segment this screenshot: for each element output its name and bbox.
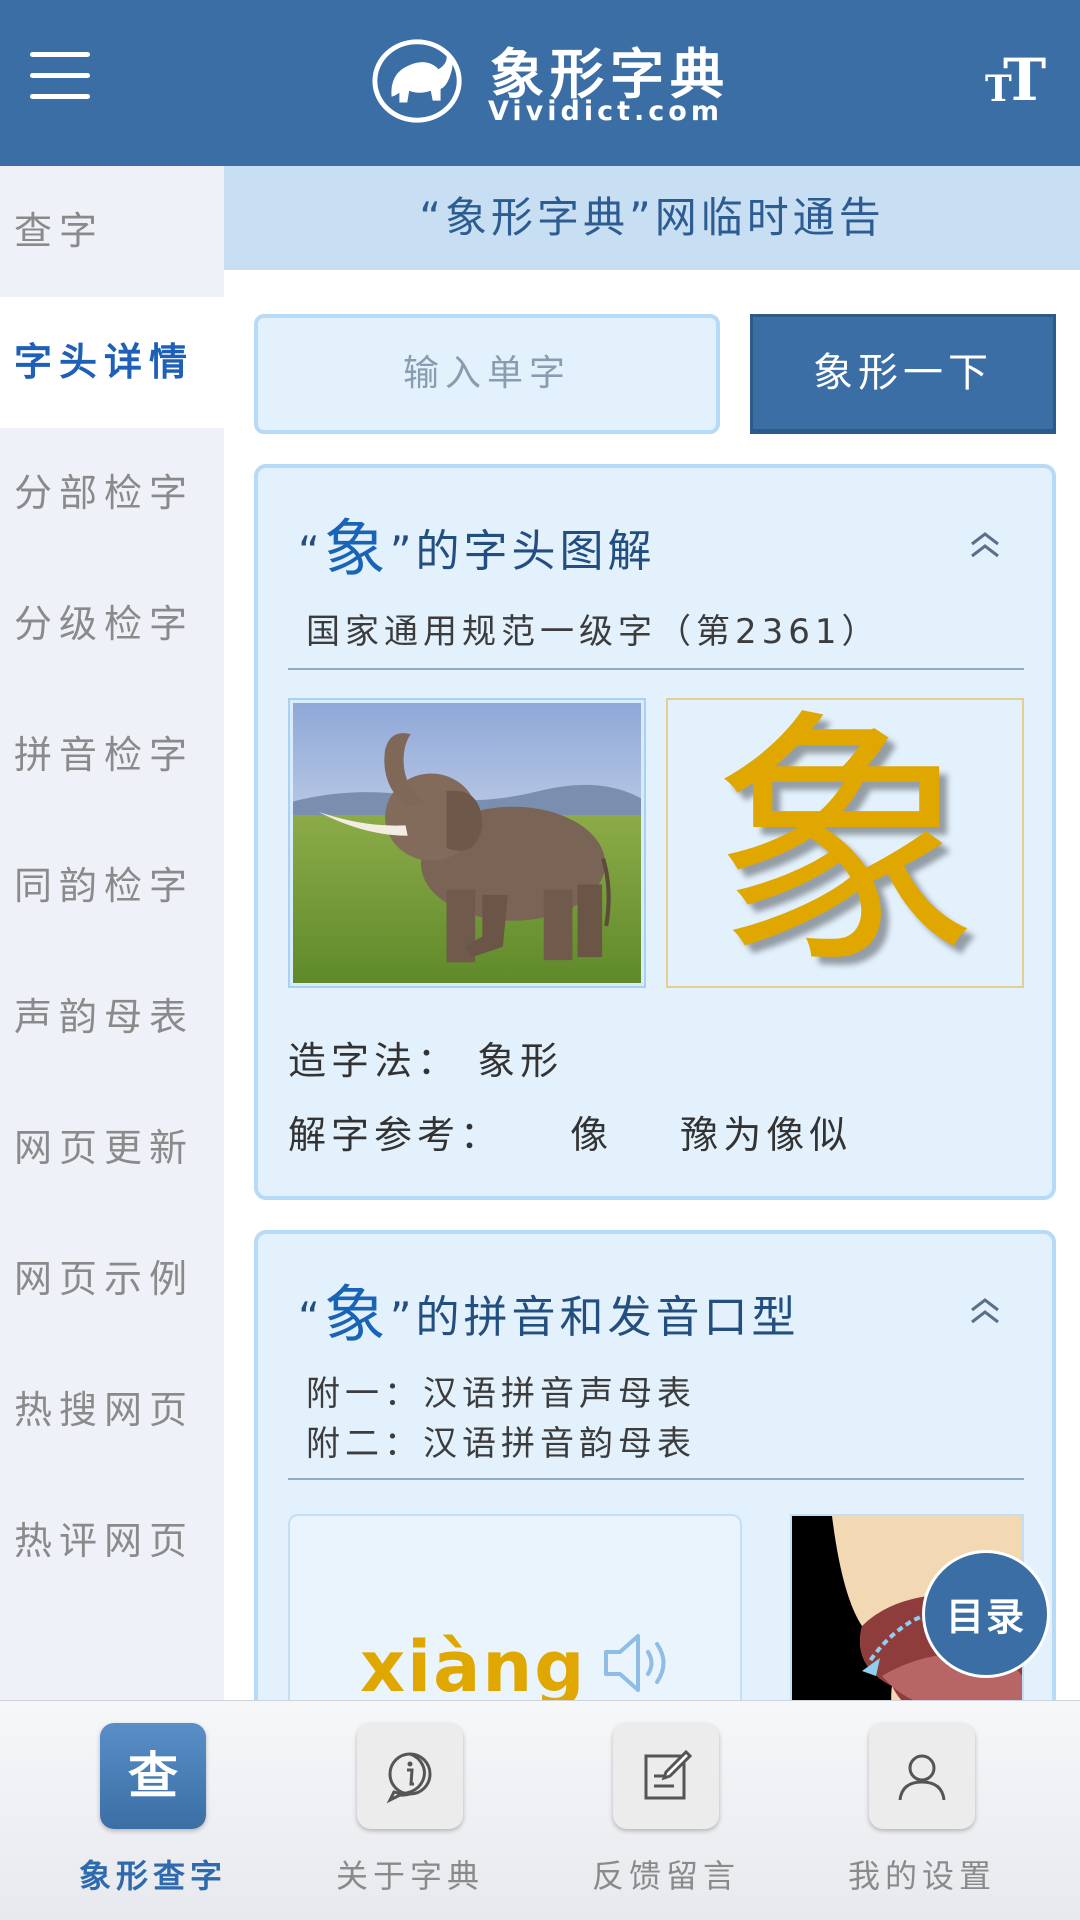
reference-label: 解字参考： bbox=[288, 1113, 504, 1157]
bottom-tab-bar: 查 象形查字 关于字典 反馈留言 我的设置 bbox=[0, 1700, 1080, 1920]
sidebar-item-rhyme-index[interactable]: 同韵检字 bbox=[0, 821, 224, 952]
sidebar-item-char-detail[interactable]: 字头详情 bbox=[0, 297, 224, 428]
headword-char: 象 bbox=[323, 512, 390, 585]
sidebar-item-radical-index[interactable]: 分部检字 bbox=[0, 428, 224, 559]
app-header: 象形字典 Vividict.com TT bbox=[0, 0, 1080, 166]
reference-link[interactable]: 豫为像似 bbox=[680, 1113, 852, 1157]
headword-char: 象 bbox=[323, 1278, 390, 1351]
hamburger-menu-icon[interactable] bbox=[30, 52, 90, 102]
char-search-input[interactable]: 输入单字 bbox=[254, 314, 720, 434]
font-size-icon[interactable]: TT bbox=[985, 46, 1051, 114]
divider bbox=[288, 1478, 1024, 1480]
info-chat-icon bbox=[357, 1723, 463, 1829]
tab-feedback[interactable]: 反馈留言 bbox=[576, 1723, 756, 1903]
tab-label: 我的设置 bbox=[847, 1857, 996, 1895]
logo-subtitle: Vividict.com bbox=[488, 96, 723, 127]
divider bbox=[288, 668, 1024, 670]
speaker-icon[interactable] bbox=[600, 1628, 674, 1698]
sidebar-item-page-updates[interactable]: 网页更新 bbox=[0, 1083, 224, 1214]
collapse-chevron-icon[interactable] bbox=[968, 530, 1002, 560]
char-diagram-card: “象”的字头图解 国家通用规范一级字（第2361） 象 造字法： 象形 解字参考… bbox=[254, 464, 1056, 1200]
notice-banner[interactable]: “象形字典”网临时通告 bbox=[224, 166, 1080, 270]
edit-note-icon bbox=[613, 1723, 719, 1829]
lookup-tab-icon: 查 bbox=[100, 1723, 206, 1829]
sidebar-item-page-examples[interactable]: 网页示例 bbox=[0, 1214, 224, 1345]
pinyin-box[interactable]: xiàng bbox=[288, 1514, 742, 1700]
sidebar-item-initials-finals[interactable]: 声韵母表 bbox=[0, 952, 224, 1083]
char-glyph: 象 bbox=[710, 698, 980, 988]
reference-line: 解字参考： 像 豫为像似 bbox=[288, 1104, 852, 1159]
char-glyph-box[interactable]: 象 bbox=[666, 698, 1024, 988]
finals-table-link[interactable]: 附二：汉语拼音韵母表 bbox=[306, 1416, 696, 1465]
sidebar-item-lookup[interactable]: 查字 bbox=[0, 166, 224, 297]
reference-link[interactable]: 像 bbox=[570, 1113, 613, 1157]
initials-table-link[interactable]: 附一：汉语拼音声母表 bbox=[306, 1366, 696, 1415]
pinyin-text: xiàng bbox=[360, 1626, 587, 1700]
sidebar: 查字 字头详情 分部检字 分级检字 拼音检字 同韵检字 声韵母表 网页更新 网页… bbox=[0, 166, 224, 1700]
toc-button[interactable]: 目录 bbox=[922, 1550, 1050, 1678]
formation-value[interactable]: 象形 bbox=[477, 1039, 563, 1083]
sidebar-item-hot-comments[interactable]: 热评网页 bbox=[0, 1476, 224, 1607]
elephant-picture[interactable] bbox=[288, 698, 646, 988]
tab-about[interactable]: 关于字典 bbox=[320, 1723, 500, 1903]
formation-line: 造字法： 象形 bbox=[288, 1030, 563, 1085]
char-level-line: 国家通用规范一级字（第2361） bbox=[306, 612, 881, 652]
elephant-logo-icon bbox=[372, 39, 462, 123]
tab-label: 关于字典 bbox=[335, 1857, 484, 1895]
card-title: “象”的字头图解 bbox=[298, 512, 656, 585]
main-content: “象形字典”网临时通告 输入单字 象形一下 “象”的字头图解 国家通用规范一级字… bbox=[224, 166, 1080, 1700]
search-button[interactable]: 象形一下 bbox=[750, 314, 1056, 434]
tab-label: 反馈留言 bbox=[591, 1857, 740, 1895]
user-icon bbox=[869, 1723, 975, 1829]
card-title: “象”的拼音和发音口型 bbox=[298, 1278, 800, 1351]
sidebar-item-hot-searches[interactable]: 热搜网页 bbox=[0, 1345, 224, 1476]
tab-settings[interactable]: 我的设置 bbox=[832, 1723, 1012, 1903]
tab-label: 象形查字 bbox=[78, 1857, 227, 1895]
formation-label: 造字法： bbox=[288, 1039, 461, 1083]
elephant-image bbox=[293, 703, 641, 983]
tab-lookup[interactable]: 查 象形查字 bbox=[63, 1723, 243, 1903]
sidebar-item-pinyin-index[interactable]: 拼音检字 bbox=[0, 690, 224, 821]
collapse-chevron-icon[interactable] bbox=[968, 1296, 1002, 1326]
app-logo[interactable]: 象形字典 Vividict.com bbox=[370, 30, 730, 130]
sidebar-item-level-index[interactable]: 分级检字 bbox=[0, 559, 224, 690]
